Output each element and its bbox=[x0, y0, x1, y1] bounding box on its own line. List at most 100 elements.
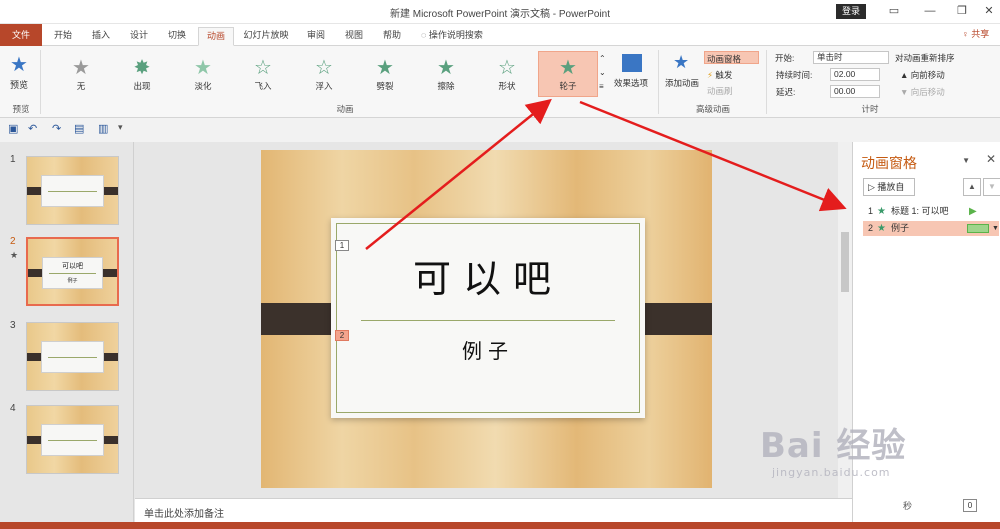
star-icon: ★ bbox=[437, 57, 455, 79]
anim-float-in[interactable]: ☆ 浮入 bbox=[299, 56, 349, 96]
timeline-zoom-input[interactable]: 0 bbox=[963, 499, 977, 512]
slide-subtitle[interactable]: 例子 bbox=[331, 335, 645, 364]
slide-thumbnail-selected[interactable]: 可以吧 例子 bbox=[26, 237, 119, 306]
move-down-icon[interactable]: ▼ bbox=[983, 178, 1000, 196]
gallery-scroll-down-icon[interactable]: ⌄ bbox=[599, 68, 606, 77]
thumb-card bbox=[41, 341, 104, 373]
anim-label: 擦除 bbox=[437, 81, 455, 91]
pane-options-icon[interactable]: ▼ bbox=[962, 156, 970, 165]
move-up-icon[interactable]: ▲ bbox=[963, 178, 981, 196]
star-icon: ★ bbox=[877, 223, 886, 234]
anim-fade[interactable]: ★ 淡化 bbox=[178, 56, 228, 96]
preview-button[interactable]: 预览 bbox=[10, 78, 28, 91]
animation-list-item[interactable]: 1 ★ 标题 1: 可以吧 ▶ bbox=[863, 204, 999, 219]
delay-label: 延迟: bbox=[776, 87, 796, 97]
tell-me-search[interactable]: ◌ 操作说明搜索 bbox=[421, 27, 501, 46]
anim-split[interactable]: ★ 劈裂 bbox=[360, 56, 410, 96]
quick-access-toolbar: ▣ ↶ ↷ ▤ ▥ ▾ bbox=[0, 118, 1000, 142]
notes-area[interactable]: 单击此处添加备注 bbox=[135, 498, 852, 522]
tab-help[interactable]: 帮助 bbox=[374, 27, 410, 46]
tab-review[interactable]: 审阅 bbox=[298, 27, 334, 46]
star-icon: ☆ bbox=[498, 57, 516, 79]
watermark-brand: Bai 经验 bbox=[760, 426, 907, 466]
watermark-site: jingyan.baidu.com bbox=[772, 466, 891, 479]
animation-painter-button[interactable]: 动画刷 bbox=[707, 85, 733, 97]
trigger-button[interactable]: ⚡ 触发 bbox=[707, 69, 732, 81]
tab-insert[interactable]: 插入 bbox=[84, 27, 118, 46]
baidu-watermark: Bai 经验 jingyan.baidu.com bbox=[760, 418, 907, 479]
animation-order-tag-selected[interactable]: 2 bbox=[335, 330, 349, 341]
animation-list-item-selected[interactable]: 2 ★ 例子 ▼ bbox=[863, 221, 999, 236]
undo-icon[interactable]: ↶ bbox=[28, 122, 37, 135]
animation-pane-title: 动画窗格 bbox=[861, 155, 917, 171]
scroll-thumb[interactable] bbox=[841, 232, 849, 292]
slide-thumbnail[interactable] bbox=[26, 156, 119, 225]
slide-number: 1 bbox=[10, 154, 16, 165]
animation-order-tag[interactable]: 1 bbox=[335, 240, 349, 251]
add-animation-icon: ★ bbox=[673, 52, 690, 72]
slide-thumbnail[interactable] bbox=[26, 322, 119, 391]
group-divider bbox=[40, 50, 41, 114]
start-select[interactable]: 单击时 bbox=[813, 51, 889, 64]
trigger-label: 触发 bbox=[715, 70, 733, 80]
anim-label: 形状 bbox=[498, 81, 516, 91]
tab-slideshow[interactable]: 幻灯片放映 bbox=[238, 27, 294, 46]
group-label-advanced: 高级动画 bbox=[695, 104, 730, 114]
duration-input[interactable]: 02.00 bbox=[830, 68, 880, 81]
save-icon[interactable]: ▣ bbox=[8, 122, 18, 135]
slideshow-start-icon[interactable]: ▤ bbox=[74, 122, 84, 135]
anim-fly-in[interactable]: ☆ 飞入 bbox=[238, 56, 288, 96]
anim-label: 轮子 bbox=[559, 81, 577, 91]
slide-title[interactable]: 可以吧 bbox=[331, 248, 645, 303]
thumb-card: 可以吧 例子 bbox=[42, 257, 103, 289]
animation-pane-label: 动画窗格 bbox=[707, 54, 742, 64]
delay-input[interactable]: 00.00 bbox=[830, 85, 880, 98]
anim-shape[interactable]: ☆ 形状 bbox=[482, 56, 532, 96]
redo-icon[interactable]: ↷ bbox=[52, 122, 61, 135]
share-button[interactable]: ♀ 共享 bbox=[962, 27, 989, 40]
tab-home[interactable]: 开始 bbox=[46, 27, 80, 46]
slide-card: 可以吧 例子 bbox=[331, 218, 645, 418]
title-bar: 新建 Microsoft PowerPoint 演示文稿 - PowerPoin… bbox=[0, 0, 1000, 24]
anim-none[interactable]: ★ 无 bbox=[56, 56, 106, 96]
item-dropdown-icon[interactable]: ▼ bbox=[992, 221, 999, 236]
card-divider bbox=[361, 320, 615, 321]
preview-star-icon: ★ bbox=[10, 54, 28, 76]
tab-design[interactable]: 设计 bbox=[122, 27, 156, 46]
tab-view[interactable]: 视图 bbox=[336, 27, 372, 46]
ribbon-display-icon[interactable]: ▭ bbox=[884, 3, 904, 20]
item-number: 1 bbox=[868, 206, 874, 216]
timeline-bar bbox=[967, 224, 989, 233]
add-animation-button[interactable]: 添加动画 bbox=[665, 77, 699, 89]
effect-options-button[interactable]: 效果选项 bbox=[614, 77, 648, 89]
close-button[interactable]: ✕ bbox=[979, 3, 999, 20]
anim-label: 劈裂 bbox=[376, 81, 394, 91]
star-burst-icon: ✸ bbox=[133, 57, 151, 79]
tell-me-label: 操作说明搜索 bbox=[428, 30, 483, 40]
login-button[interactable]: 登录 bbox=[836, 4, 866, 19]
tab-transitions[interactable]: 切换 bbox=[160, 27, 194, 46]
customize-qat-icon[interactable]: ▾ bbox=[118, 122, 123, 133]
play-from-button[interactable]: ▷ 播放自 bbox=[863, 178, 915, 196]
star-icon: ☆ bbox=[254, 57, 272, 79]
maximize-button[interactable]: ❐ bbox=[952, 3, 972, 20]
minimize-button[interactable]: — bbox=[920, 3, 940, 20]
anim-wipe[interactable]: ★ 擦除 bbox=[421, 56, 471, 96]
thumb-subtitle: 例子 bbox=[67, 278, 78, 284]
slide-thumbnail[interactable] bbox=[26, 405, 119, 474]
animation-marker-icon: ★ bbox=[10, 250, 19, 260]
anim-appear[interactable]: ✸ 出现 bbox=[117, 56, 167, 96]
move-earlier-button[interactable]: ▲ 向前移动 bbox=[900, 69, 945, 81]
move-later-button[interactable]: ▼ 向后移动 bbox=[900, 86, 945, 98]
close-icon[interactable]: ✕ bbox=[986, 152, 996, 166]
thumb-title: 可以吧 bbox=[62, 262, 83, 270]
group-label-preview: 预览 bbox=[12, 104, 30, 114]
tab-animations[interactable]: 动画 bbox=[198, 27, 234, 46]
gallery-more-icon[interactable]: ≡ bbox=[599, 82, 604, 91]
anim-wheel[interactable]: ★ 轮子 bbox=[538, 51, 598, 97]
tab-file[interactable]: 文件 bbox=[0, 24, 42, 46]
chart-icon[interactable]: ▥ bbox=[98, 122, 108, 135]
play-triangle-icon: ▶ bbox=[969, 206, 977, 217]
gallery-scroll-up-icon[interactable]: ⌃ bbox=[599, 54, 606, 63]
slide-canvas[interactable]: 可以吧 例子 bbox=[261, 150, 712, 488]
